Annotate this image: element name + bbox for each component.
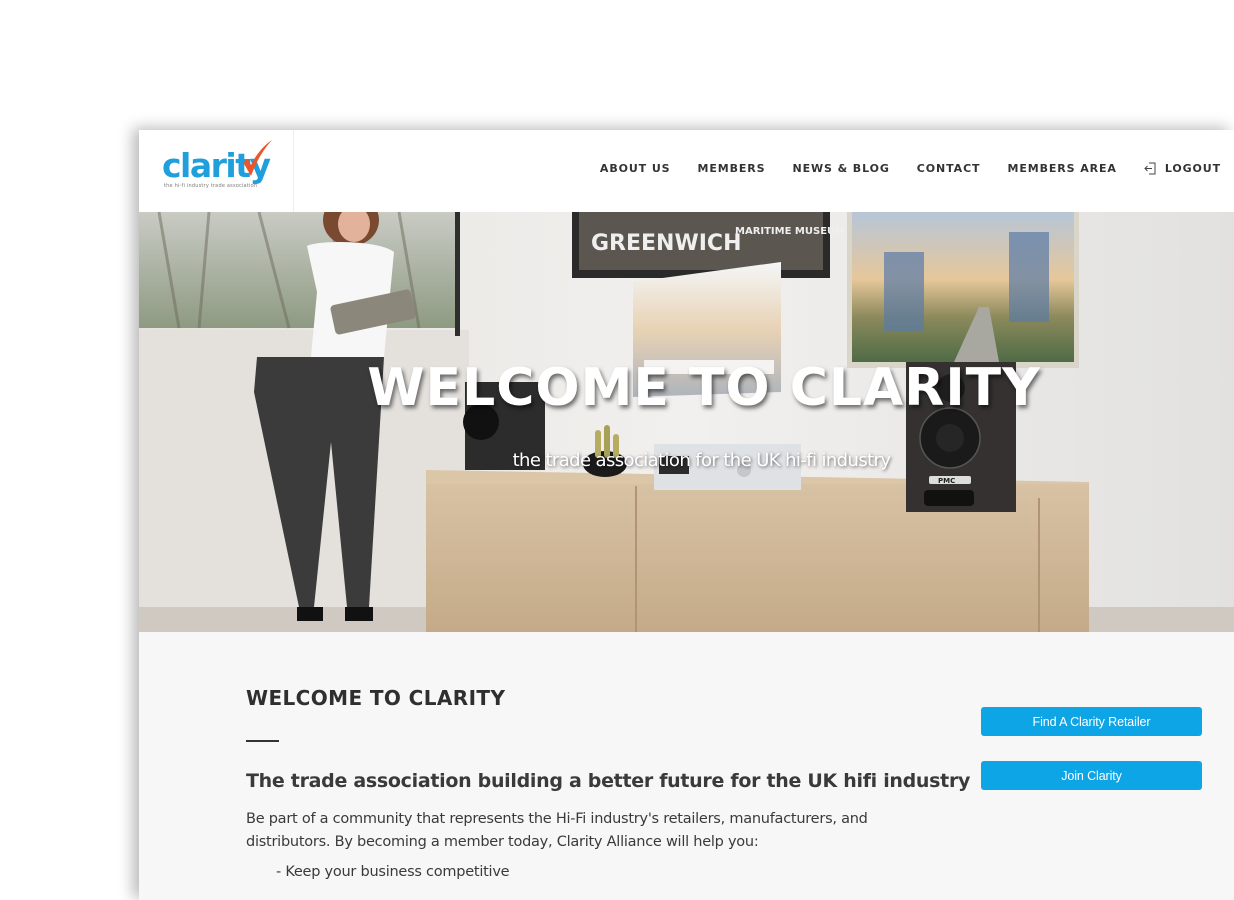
find-retailer-button[interactable]: Find A Clarity Retailer — [981, 707, 1202, 736]
hero-banner: GREENWICH MARITIME MUSEUM PMC WELCOME TO… — [139, 212, 1234, 632]
title-divider — [246, 740, 279, 742]
logo-checkmark-icon — [243, 140, 272, 176]
nav-contact[interactable]: CONTACT — [917, 162, 981, 175]
speaker-badge: PMC — [938, 477, 955, 485]
hero-title: WELCOME TO CLARITY — [367, 358, 1041, 418]
hero-painting — [847, 212, 1079, 368]
hero-greenwich-poster: GREENWICH MARITIME MUSEUM — [572, 212, 845, 278]
logout-icon — [1144, 162, 1156, 175]
nav-logout-label: LOGOUT — [1164, 162, 1221, 175]
site-header: clarity the hi-fi industry trade associa… — [139, 130, 1234, 212]
lead-text: The trade association building a better … — [246, 770, 971, 792]
nav-logout[interactable]: LOGOUT — [1144, 162, 1221, 175]
join-clarity-button[interactable]: Join Clarity — [981, 761, 1202, 790]
hero-subtitle: the trade association for the UK hi-fi i… — [512, 450, 891, 471]
body-text: Be part of a community that represents t… — [246, 811, 868, 850]
welcome-section: WELCOME TO CLARITY The trade association… — [139, 632, 1234, 900]
nav-about-us[interactable]: ABOUT US — [600, 162, 671, 175]
section-title: WELCOME TO CLARITY — [246, 686, 506, 710]
logo-link[interactable]: clarity the hi-fi industry trade associa… — [139, 130, 294, 212]
main-nav: ABOUT US MEMBERS NEWS & BLOG CONTACT MEM… — [600, 162, 1221, 175]
poster-text: GREENWICH — [591, 231, 741, 256]
browser-page: clarity the hi-fi industry trade associa… — [139, 130, 1234, 900]
hero-image: GREENWICH MARITIME MUSEUM PMC — [139, 212, 1234, 632]
nav-members[interactable]: MEMBERS — [697, 162, 765, 175]
nav-news-blog[interactable]: NEWS & BLOG — [792, 162, 889, 175]
nav-members-area[interactable]: MEMBERS AREA — [1007, 162, 1116, 175]
logo-tagline: the hi-fi industry trade association — [164, 183, 258, 189]
benefit-list-item: - Keep your business competitive — [276, 864, 510, 880]
poster-subtext: MARITIME MUSEUM — [735, 226, 845, 237]
